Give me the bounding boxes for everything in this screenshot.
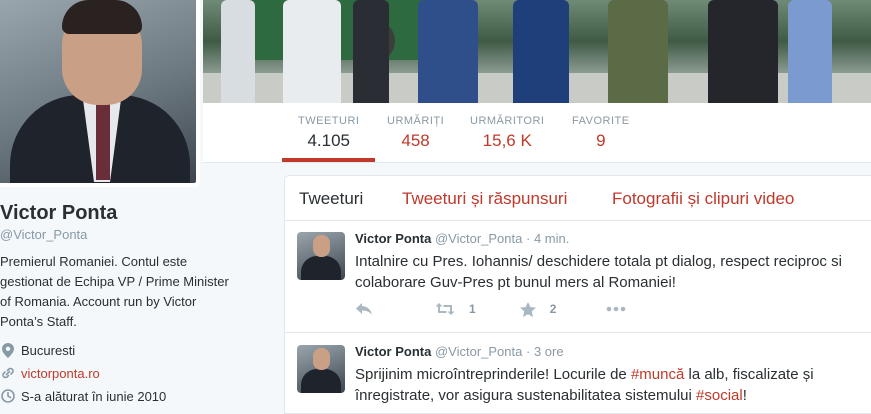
profile-avatar[interactable] [0, 0, 200, 187]
timeline: Tweeturi Tweeturi și răspunsuri Fotograf… [284, 175, 871, 414]
timeline-tabs: Tweeturi Tweeturi și răspunsuri Fotograf… [285, 176, 871, 221]
reply-button[interactable] [355, 302, 373, 316]
profile-joined: S-a alăturat în iunie 2010 [0, 388, 166, 404]
stat-label: FAVORITE [572, 115, 630, 127]
tweet-header: Victor Ponta @Victor_Ponta · 3 ore [355, 344, 564, 359]
stat-label: URMĂRIȚI [387, 115, 445, 127]
tweet-author-name[interactable]: Victor Ponta [355, 231, 431, 246]
banner-figure [353, 0, 389, 103]
stat-following[interactable]: URMĂRIȚI 458 [387, 115, 444, 151]
tweet-actions: 1 2 [355, 301, 626, 317]
tweet-author-handle[interactable]: @Victor_Ponta [435, 344, 522, 359]
tab-tweets[interactable]: Tweeturi [299, 189, 363, 209]
tab-photos-videos[interactable]: Fotografii și clipuri video [612, 189, 794, 209]
reply-icon [356, 303, 372, 315]
banner-figure [221, 0, 255, 103]
retweet-count: 1 [469, 302, 476, 316]
retweet-button[interactable]: 1 [435, 302, 476, 316]
tweet-header: Victor Ponta @Victor_Ponta · 4 min. [355, 231, 569, 246]
tab-tweets-replies[interactable]: Tweeturi și răspunsuri [402, 189, 567, 209]
stat-value: 15,6 K [482, 131, 532, 150]
tweet-text: Intalnire cu Pres. Iohannis/ deschidere … [355, 253, 842, 291]
profile-banner [203, 0, 871, 103]
tweet-timestamp[interactable]: · 3 ore [526, 344, 564, 359]
stat-label: TWEETURI [298, 115, 360, 127]
avatar-hair [62, 0, 142, 34]
tweet-avatar[interactable] [297, 232, 345, 280]
profile-location: Bucuresti [0, 342, 75, 358]
tweet-text-part: Sprijinim microîntreprinderile! Locurile… [355, 366, 631, 383]
tweet-item[interactable]: Victor Ponta @Victor_Ponta · 3 ore Sprij… [285, 334, 871, 414]
tweet-author-name[interactable]: Victor Ponta [355, 344, 431, 359]
hashtag-link[interactable]: #muncă [631, 366, 684, 383]
stat-value: 9 [596, 131, 606, 150]
tweet-author-handle[interactable]: @Victor_Ponta [435, 231, 522, 246]
banner-figure [788, 0, 832, 103]
profile-name[interactable]: Victor Ponta [0, 202, 117, 225]
profile-website[interactable]: victorponta.ro [0, 365, 100, 381]
calendar-icon [0, 388, 16, 404]
banner-bus-shape [243, 0, 443, 60]
favorite-button[interactable]: 2 [519, 301, 557, 317]
tweet-item[interactable]: Victor Ponta @Victor_Ponta · 4 min. Inta… [285, 221, 871, 333]
tweet-text-part: ! [742, 387, 747, 404]
stat-tweets[interactable]: TWEETURI 4.105 [281, 115, 377, 162]
hashtag-link[interactable]: #social [696, 387, 743, 404]
banner-figure [608, 0, 668, 103]
banner-figure [283, 0, 341, 103]
avatar-tie [96, 100, 110, 180]
banner-figure [513, 0, 569, 103]
star-icon [519, 301, 536, 317]
profile-bio: Premierul Romaniei. Contul este gestiona… [0, 254, 229, 329]
profile-handle[interactable]: @Victor_Ponta [0, 227, 87, 242]
tweet-avatar[interactable] [297, 345, 345, 393]
stat-followers[interactable]: URMĂRITORI 15,6 K [470, 115, 544, 151]
retweet-icon [435, 303, 455, 315]
banner-figure [418, 0, 478, 103]
stat-label: URMĂRITORI [470, 115, 545, 127]
joined-text: S-a alăturat în iunie 2010 [21, 388, 167, 404]
profile-nav: TWEETURI 4.105 URMĂRIȚI 458 URMĂRITORI 1… [203, 103, 871, 163]
banner-figure [708, 0, 778, 103]
link-icon [0, 365, 16, 381]
stat-favorites[interactable]: FAVORITE 9 [572, 115, 630, 151]
website-link[interactable]: victorponta.ro [21, 366, 100, 381]
tweet-text: Sprijinim microîntreprinderile! Locurile… [355, 364, 865, 406]
stat-value: 458 [401, 131, 430, 150]
favorite-count: 2 [549, 302, 557, 316]
more-icon [607, 306, 626, 312]
more-button[interactable] [606, 306, 626, 312]
location-text: Bucuresti [21, 342, 76, 358]
tweet-timestamp[interactable]: · 4 min. [526, 231, 569, 246]
location-pin-icon [0, 342, 16, 358]
stat-value: 4.105 [307, 131, 350, 150]
